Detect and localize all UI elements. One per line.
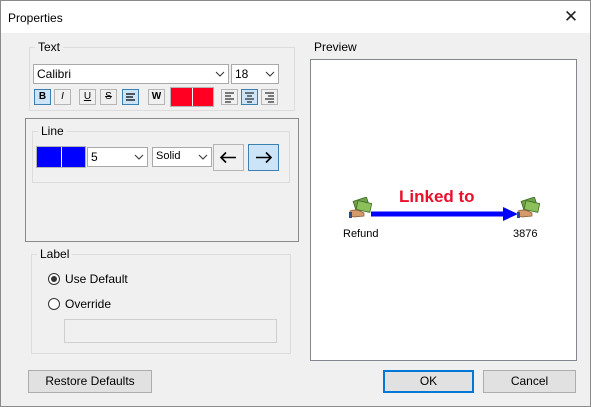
link-label: Linked to — [399, 187, 475, 206]
line-style-value: Solid — [156, 150, 181, 162]
use-default-radio[interactable] — [48, 273, 60, 285]
text-color-primary — [171, 88, 192, 106]
window-title: Properties — [8, 11, 63, 25]
text-color-swatch[interactable] — [170, 87, 214, 107]
strikethrough-button[interactable]: S — [100, 89, 117, 105]
cancel-button[interactable]: Cancel — [483, 370, 576, 393]
close-icon[interactable]: ✕ — [558, 5, 584, 29]
align-left-button[interactable] — [221, 89, 238, 105]
title-bar: Properties ✕ — [1, 1, 590, 33]
label-group-label: Label — [37, 247, 73, 261]
wrap-text-button[interactable] — [122, 89, 139, 105]
arrow-right-icon — [256, 151, 273, 164]
underline-button[interactable]: U — [79, 89, 96, 105]
start-arrow-button[interactable] — [213, 144, 244, 171]
font-size-select[interactable]: 18 — [231, 64, 279, 84]
align-center-button[interactable] — [241, 89, 258, 105]
text-wrap-icon — [126, 93, 135, 101]
chevron-down-icon — [134, 154, 144, 160]
line-color-primary — [37, 147, 61, 167]
properties-dialog: Properties ✕ Text Calibri 18 B I U S W L… — [0, 0, 591, 407]
radio-selected-dot — [51, 276, 57, 282]
target-node-label: 3876 — [513, 228, 538, 240]
font-family-select[interactable]: Calibri — [33, 64, 229, 84]
override-label[interactable]: Override — [65, 297, 111, 311]
override-radio[interactable] — [48, 298, 60, 310]
preview-panel: Refund Linked to 3876 — [310, 59, 577, 361]
line-width-value: 5 — [91, 150, 98, 164]
font-size-value: 18 — [235, 67, 249, 81]
align-center-icon — [245, 92, 254, 103]
text-group-label: Text — [35, 40, 64, 54]
arrow-left-icon — [219, 151, 236, 164]
align-right-button[interactable] — [261, 89, 278, 105]
font-family-value: Calibri — [37, 67, 72, 81]
text-color-secondary — [191, 88, 213, 106]
source-node-label: Refund — [343, 228, 379, 240]
italic-button[interactable]: I — [54, 89, 71, 105]
preview-label: Preview — [314, 40, 357, 54]
override-text-field — [64, 319, 277, 343]
chevron-down-icon — [198, 154, 208, 160]
align-right-icon — [265, 92, 274, 103]
money-hand-icon — [517, 197, 541, 218]
restore-defaults-button[interactable]: Restore Defaults — [28, 370, 152, 393]
use-default-label[interactable]: Use Default — [65, 272, 128, 286]
connector-arrow — [371, 207, 518, 221]
bold-button[interactable]: B — [34, 89, 51, 105]
line-width-select[interactable]: 5 — [87, 147, 148, 167]
line-group-label: Line — [38, 124, 67, 138]
line-color-secondary — [60, 147, 85, 167]
align-left-icon — [225, 92, 234, 103]
ok-button[interactable]: OK — [383, 370, 474, 393]
word-wrap-button[interactable]: W — [148, 89, 165, 105]
line-style-select[interactable]: Solid — [152, 147, 212, 167]
chevron-down-icon — [265, 71, 275, 77]
chevron-down-icon — [215, 71, 225, 77]
end-arrow-button[interactable] — [248, 144, 279, 171]
line-color-swatch[interactable] — [36, 146, 86, 168]
money-hand-icon — [349, 197, 373, 218]
